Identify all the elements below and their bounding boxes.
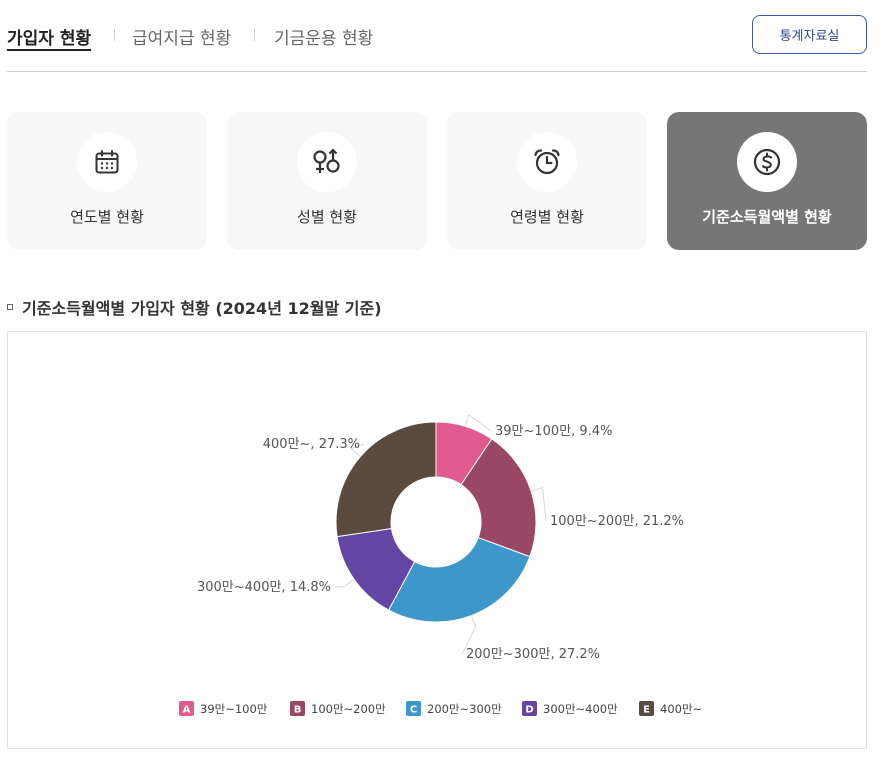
legend-letter: B	[294, 705, 302, 716]
card-label: 성별 현황	[297, 208, 357, 226]
top-navigation: 가입자 현황 급여지급 현황 기금운용 현황 통계자료실	[7, 0, 867, 72]
square-bullet-icon	[7, 304, 13, 310]
donut-slice-3[interactable]	[387, 536, 531, 623]
card-by-age[interactable]: 연령별 현황	[447, 112, 647, 250]
slice-data-label: 200만~300만, 27.2%	[466, 647, 600, 662]
slice-data-label: 300만~400만, 14.8%	[197, 580, 331, 595]
leader-line	[334, 579, 355, 588]
card-by-standard-monthly-income[interactable]: 기준소득월액별 현황	[667, 112, 867, 250]
legend-letter: E	[643, 705, 650, 716]
card-by-gender[interactable]: 성별 현황	[227, 112, 427, 250]
tab-fund-management[interactable]: 기금운용 현황	[274, 24, 373, 49]
dollar-coin-icon	[737, 132, 797, 192]
slice-data-label: 39만~100만, 9.4%	[495, 424, 612, 439]
alarm-clock-icon	[517, 132, 577, 192]
calendar-icon	[77, 132, 137, 192]
legend-label: 300만~400만	[543, 702, 618, 716]
legend-letter: A	[183, 705, 191, 716]
tab-separator	[114, 29, 115, 41]
card-by-year[interactable]: 연도별 현황	[7, 112, 207, 250]
section-title-text: 기준소득월액별 가입자 현황 (2024년 12월말 기준)	[22, 299, 382, 318]
slice-data-label: 100만~200만, 21.2%	[550, 514, 684, 529]
legend-label: 200만~300만	[427, 702, 502, 716]
legend-item[interactable]: E 400만~	[639, 701, 702, 716]
legend-item[interactable]: D 300만~400만	[522, 701, 618, 716]
legend-item[interactable]: B 100만~200만	[290, 701, 386, 716]
card-label: 기준소득월액별 현황	[702, 208, 832, 226]
tab-subscriber-status[interactable]: 가입자 현황	[7, 24, 91, 49]
slice-data-label: 400만~, 27.3%	[263, 437, 360, 452]
statistics-library-button[interactable]: 통계자료실	[752, 15, 867, 54]
legend-label: 39만~100만	[200, 702, 268, 716]
section-title: 기준소득월액별 가입자 현황 (2024년 12월말 기준)	[7, 295, 382, 319]
legend-item[interactable]: C 200만~300만	[406, 701, 502, 716]
donut-chart: 39만~100만, 9.4% 100만~200만, 21.2% 200만~300만,…	[179, 414, 702, 716]
gender-icon	[297, 132, 357, 192]
legend-label: 400만~	[660, 702, 702, 716]
donut-chart-panel: 39만~100만, 9.4% 100만~200만, 21.2% 200만~300만,…	[7, 331, 867, 749]
legend-letter: D	[525, 705, 533, 716]
card-label: 연도별 현황	[70, 208, 144, 226]
tab-separator	[254, 29, 255, 41]
card-label: 연령별 현황	[510, 208, 584, 226]
legend-item[interactable]: A 39만~100만	[179, 701, 268, 716]
legend-letter: C	[410, 705, 417, 716]
legend-label: 100만~200만	[311, 702, 386, 716]
tab-benefit-payment[interactable]: 급여지급 현황	[132, 24, 231, 49]
